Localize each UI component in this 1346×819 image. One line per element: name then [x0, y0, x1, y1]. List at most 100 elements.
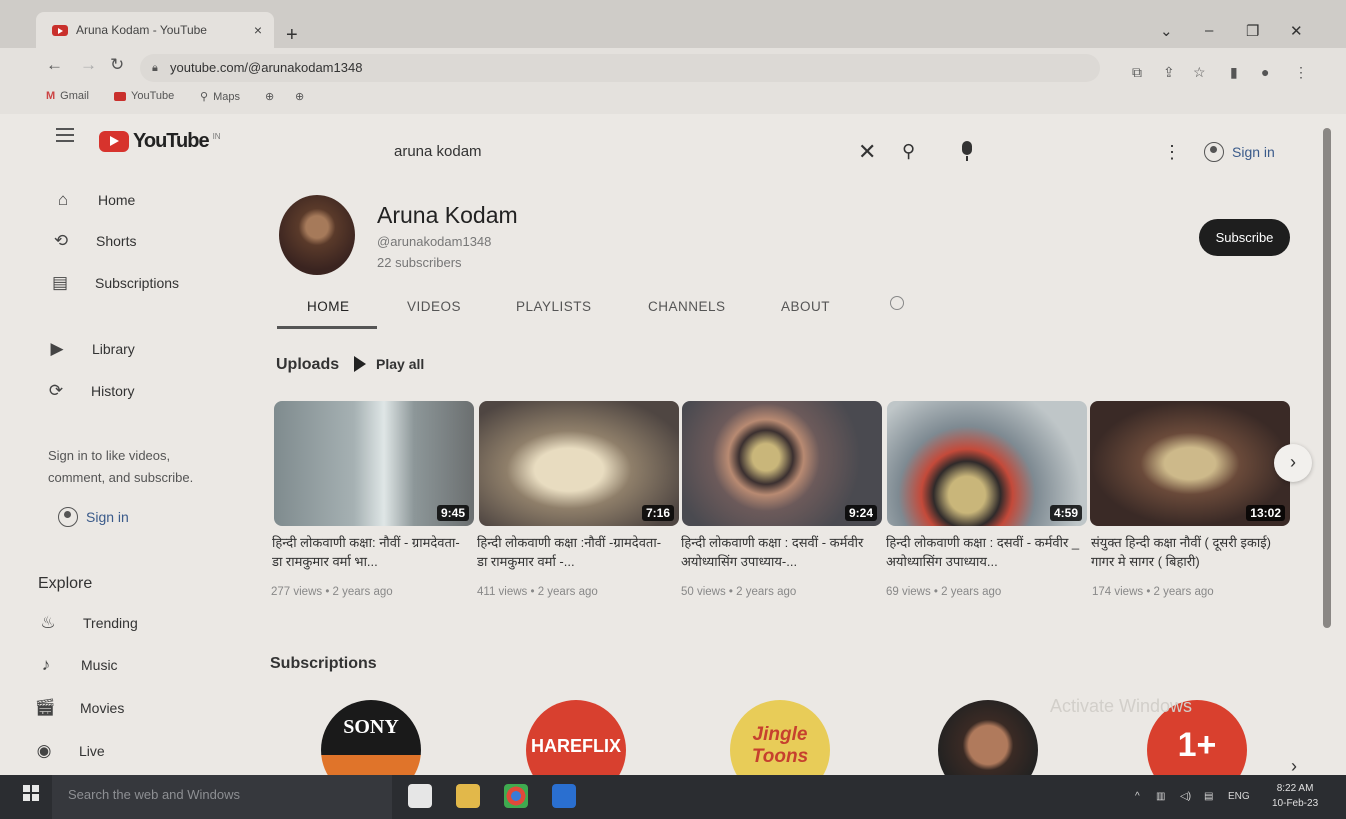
browser-tab[interactable]: Aruna Kodam - YouTube × — [36, 12, 274, 48]
windows-start-icon[interactable] — [23, 785, 39, 801]
clock-date: 10-Feb-23 — [1272, 798, 1319, 809]
settings-kebab-icon[interactable]: ⋮ — [1163, 142, 1181, 163]
youtube-logo[interactable]: YouTube IN — [99, 130, 221, 153]
side-panel-icon[interactable]: ▮ — [1230, 64, 1238, 81]
explore-heading: Explore — [38, 575, 93, 592]
sidebar-signin-button[interactable]: Sign in — [58, 507, 129, 527]
minimize-icon[interactable]: – — [1205, 22, 1213, 39]
language-indicator[interactable]: ENG — [1228, 791, 1250, 802]
page-scrollbar[interactable] — [1323, 128, 1331, 628]
music-icon: ♪ — [41, 655, 51, 674]
sidebar-item-label: Movies — [80, 700, 125, 716]
edge-browser-icon[interactable] — [552, 784, 576, 808]
signin-note: Sign in to like videos, comment, and sub… — [48, 448, 194, 485]
network-icon[interactable]: ▥ — [1156, 791, 1165, 802]
taskbar-search[interactable]: Search the web and Windows — [52, 775, 392, 819]
sidebar-item-music[interactable]: ♪ Music — [35, 655, 118, 675]
channel-search-icon[interactable] — [890, 296, 904, 310]
tab-playlists[interactable]: PLAYLISTS — [516, 299, 592, 314]
video-duration: 13:02 — [1246, 505, 1285, 521]
sidebar-item-home[interactable]: ⌂ Home — [52, 190, 136, 210]
video-duration: 7:16 — [641, 505, 674, 521]
browser-menu-icon[interactable]: ⋮ — [1294, 64, 1308, 81]
clear-search-icon[interactable]: ✕ — [858, 139, 876, 165]
sidebar-item-movies[interactable]: 🎬︎ Movies — [34, 698, 124, 718]
new-tab-button[interactable]: + — [286, 24, 298, 47]
sidebar-item-library[interactable]: ▶ Library — [46, 339, 135, 359]
user-circle-icon — [1204, 142, 1224, 162]
search-input[interactable]: aruna kodam — [394, 143, 482, 160]
back-icon[interactable]: ← — [46, 55, 63, 75]
voice-search-icon[interactable] — [960, 141, 974, 163]
video-thumbnail[interactable]: 9:24 — [682, 401, 882, 526]
activation-watermark: Activate Windows — [1050, 696, 1193, 716]
tab-about[interactable]: ABOUT — [781, 299, 830, 314]
play-all-button[interactable]: Play all — [354, 356, 424, 372]
search-box[interactable]: aruna kodam ✕ ⚲ — [380, 135, 940, 169]
share-icon[interactable]: ⇪ — [1163, 64, 1175, 81]
subscription-name: HAREFLIX — [531, 736, 621, 756]
tray-chevron-icon[interactable]: ^ — [1135, 791, 1140, 802]
store-icon[interactable] — [408, 784, 432, 808]
bookmark-maps[interactable]: ⚲ Maps — [200, 90, 240, 104]
video-duration: 4:59 — [1049, 505, 1082, 521]
shorts-icon: ⟲ — [53, 231, 69, 250]
video-thumbnail[interactable]: 4:59 — [887, 401, 1087, 526]
volume-icon[interactable]: ◁) — [1180, 791, 1191, 802]
video-thumbnail[interactable]: 9:45 — [274, 401, 474, 526]
shelf-next-button[interactable]: › — [1274, 444, 1312, 482]
notifications-icon[interactable]: ▤ — [1204, 791, 1213, 802]
sidebar-item-live[interactable]: ◉ Live — [33, 741, 105, 761]
install-app-icon[interactable]: ⧉ — [1132, 64, 1142, 81]
sidebar-item-trending[interactable]: ♨ Trending — [37, 613, 138, 633]
globe-icon: ⊕ — [295, 91, 305, 103]
video-thumbnail[interactable]: 7:16 — [479, 401, 679, 526]
sidebar-item-subscriptions[interactable]: ▤ Subscriptions — [49, 273, 179, 293]
video-meta: 411 views • 2 years ago — [477, 586, 598, 598]
tab-list-chevron-icon[interactable]: ⌄ — [1160, 22, 1173, 40]
tab-home[interactable]: HOME — [307, 299, 350, 314]
menu-icon[interactable] — [56, 128, 74, 146]
sidebar-item-label: Trending — [83, 615, 138, 631]
channel-handle: @arunakodam1348 — [377, 234, 492, 249]
sidebar-item-label: Library — [92, 341, 135, 357]
video-title[interactable]: हिन्दी लोकवाणी कक्षा : दसवीं - कर्मवीर _… — [886, 533, 1082, 571]
bookmark-globe-2[interactable]: ⊕ — [295, 90, 304, 103]
signin-button[interactable]: Sign in — [1204, 142, 1275, 162]
close-window-icon[interactable]: ✕ — [1290, 22, 1303, 40]
youtube-logo-text: YouTube — [133, 130, 210, 152]
search-icon[interactable]: ⚲ — [902, 141, 915, 162]
chrome-icon[interactable] — [504, 784, 528, 808]
video-title[interactable]: हिन्दी लोकवाणी कक्षा : दसवीं - कर्मवीर अ… — [681, 533, 877, 571]
chevron-right-icon[interactable]: › — [1291, 756, 1297, 777]
youtube-play-icon — [99, 131, 129, 152]
subscription-name: Jingle Toons — [751, 724, 809, 767]
file-explorer-icon[interactable] — [456, 784, 480, 808]
sidebar-item-history[interactable]: ⟳ History — [45, 381, 135, 401]
trending-icon: ♨ — [40, 613, 56, 632]
home-icon: ⌂ — [57, 190, 69, 209]
url-field[interactable]: 🔒︎ youtube.com/@arunakodam1348 — [140, 54, 1100, 82]
tab-videos[interactable]: VIDEOS — [407, 299, 461, 314]
subscribe-button[interactable]: Subscribe — [1199, 219, 1290, 256]
tab-channels[interactable]: CHANNELS — [648, 299, 726, 314]
profile-icon[interactable]: ● — [1261, 64, 1269, 80]
forward-icon[interactable]: → — [80, 55, 97, 75]
bookmark-label: Maps — [213, 90, 240, 103]
reload-icon[interactable]: ↻ — [110, 55, 124, 75]
bookmark-globe-1[interactable]: ⊕ — [265, 90, 274, 103]
channel-avatar[interactable] — [279, 195, 355, 275]
video-title[interactable]: हिन्दी लोकवाणी कक्षा :नौवीं -ग्रामदेवता-… — [477, 533, 673, 571]
bookmark-star-icon[interactable]: ☆ — [1193, 64, 1206, 81]
video-title[interactable]: हिन्दी लोकवाणी कक्षा: नौवीं - ग्रामदेवता… — [272, 533, 468, 571]
sidebar-item-label: Subscriptions — [95, 275, 180, 291]
video-thumbnail[interactable]: 13:02 — [1090, 401, 1290, 526]
tab-close-icon[interactable]: × — [254, 22, 262, 38]
restore-icon[interactable]: ❐ — [1246, 22, 1259, 40]
bookmark-youtube[interactable]: YouTube — [114, 90, 174, 102]
sidebar-item-shorts[interactable]: ⟲ Shorts — [50, 231, 137, 251]
taskbar-clock[interactable]: 8:22 AM 10-Feb-23 — [1272, 781, 1318, 811]
video-title[interactable]: संयुक्त हिन्दी कक्षा नौवीं ( दूसरी इकाई)… — [1091, 533, 1287, 571]
bookmark-gmail[interactable]: M Gmail — [46, 90, 89, 102]
subscriptions-heading: Subscriptions — [270, 655, 377, 672]
